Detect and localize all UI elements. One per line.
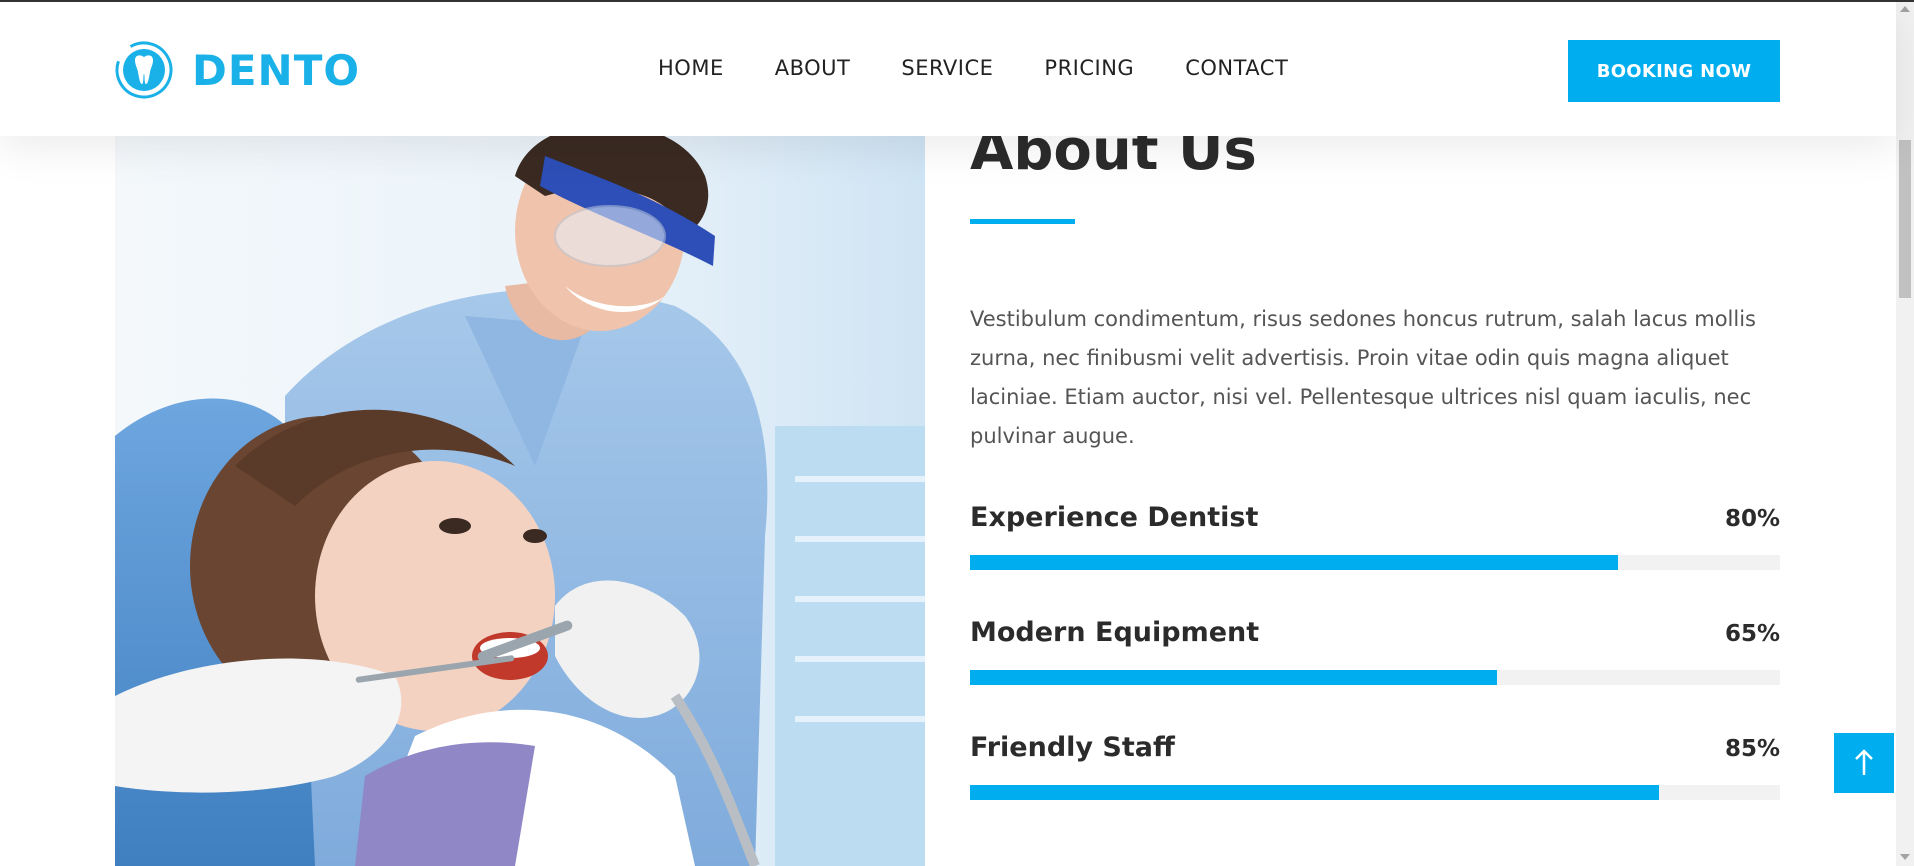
skill-progress-track xyxy=(970,670,1780,685)
skill-percent: 85% xyxy=(1724,736,1780,762)
skill-name: Experience Dentist xyxy=(970,502,1259,533)
nav-item-contact[interactable]: CONTACT xyxy=(1185,56,1288,80)
tooth-icon xyxy=(115,41,173,99)
scroll-thumb[interactable] xyxy=(1899,140,1911,298)
skill-progress-fill xyxy=(970,555,1618,570)
dentist-illustration xyxy=(115,136,925,866)
skill-percent: 80% xyxy=(1724,506,1780,532)
page-scrollbar[interactable] xyxy=(1896,2,1914,866)
skill-progress-fill xyxy=(970,670,1497,685)
site-header: DENTO HOME ABOUT SERVICE PRICING CONTACT… xyxy=(0,2,1896,136)
skill-percent: 65% xyxy=(1724,621,1780,647)
arrow-up-icon xyxy=(1855,749,1873,775)
skill-progress-fill xyxy=(970,785,1659,800)
nav-item-service[interactable]: SERVICE xyxy=(901,56,993,80)
nav-item-about[interactable]: ABOUT xyxy=(775,56,851,80)
skill-name: Friendly Staff xyxy=(970,732,1175,763)
title-underline xyxy=(970,219,1075,224)
scroll-down-icon[interactable] xyxy=(1900,854,1910,860)
brand-logo[interactable]: DENTO xyxy=(114,40,360,100)
booking-now-button[interactable]: BOOKING NOW xyxy=(1568,40,1780,102)
brand-name: DENTO xyxy=(192,45,361,95)
window-top-border xyxy=(0,0,1914,2)
nav-item-pricing[interactable]: PRICING xyxy=(1044,56,1134,80)
dentist-photo xyxy=(115,136,925,866)
main-nav: HOME ABOUT SERVICE PRICING CONTACT xyxy=(658,56,1288,80)
scroll-up-icon[interactable] xyxy=(1900,6,1910,12)
skill-name: Modern Equipment xyxy=(970,617,1260,648)
skill-progress-track xyxy=(970,785,1780,800)
about-description: Vestibulum condimentum, risus sedones ho… xyxy=(970,307,1756,448)
back-to-top-button[interactable] xyxy=(1834,733,1894,793)
nav-item-home[interactable]: HOME xyxy=(658,56,724,80)
skill-progress-track xyxy=(970,555,1780,570)
